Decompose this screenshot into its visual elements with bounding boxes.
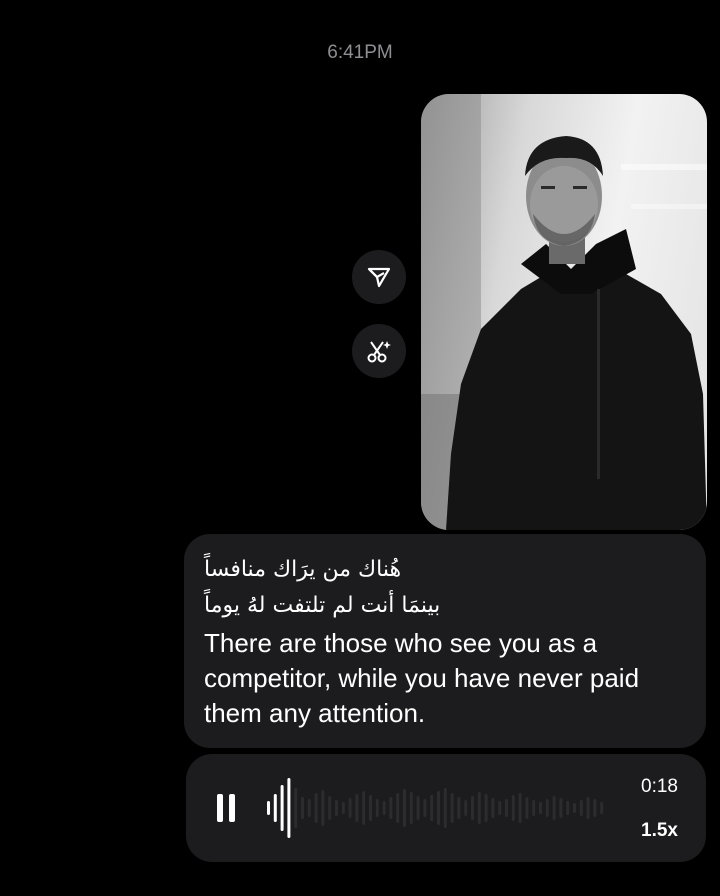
waveform-bar: [382, 801, 386, 815]
share-button[interactable]: [352, 250, 406, 304]
waveform-bar: [457, 797, 461, 819]
voice-message-player: 0:18 1.5x: [186, 754, 706, 862]
waveform-bar: [443, 788, 447, 828]
waveform-bar: [416, 796, 420, 820]
waveform-bar: [375, 799, 379, 817]
caption-bubble: هُناك من يرَاك منافساً بينمَا أنت لم تلت…: [184, 534, 706, 748]
waveform-bar: [314, 793, 318, 823]
ai-edit-button[interactable]: [352, 324, 406, 378]
waveform-bar: [348, 798, 352, 818]
waveform-bar: [355, 794, 359, 822]
waveform-bar: [532, 800, 536, 816]
waveform-bar: [545, 799, 549, 817]
waveform-bar: [430, 795, 434, 821]
waveform-bar: [539, 802, 542, 814]
waveform-bar: [559, 798, 563, 818]
english-caption: There are those who see you as a competi…: [204, 628, 640, 728]
waveform-bar: [518, 793, 522, 823]
waveform-bar: [396, 793, 400, 823]
waveform-bar: [600, 802, 604, 814]
waveform-bar: [511, 795, 515, 821]
arabic-line-2: بينمَا أنت لم تلتفت لهُ يوماً: [204, 593, 441, 618]
waveform-bar: [491, 798, 495, 818]
waveform-bar: [464, 800, 468, 816]
waveform-bar: [484, 794, 488, 822]
arabic-line-1: هُناك من يرَاك منافساً: [204, 557, 402, 582]
waveform-bar: [267, 801, 270, 815]
waveform-bar: [369, 795, 372, 821]
waveform-bar: [362, 791, 366, 825]
waveform-bar: [423, 799, 427, 817]
send-icon: [367, 267, 391, 288]
pause-icon[interactable]: [216, 794, 236, 822]
waveform-bar: [552, 796, 556, 820]
audio-duration: 0:18: [641, 776, 678, 797]
waveform-bar: [471, 796, 474, 820]
playback-speed-button[interactable]: 1.5x: [641, 820, 678, 842]
waveform-bar: [437, 791, 440, 825]
waveform-bar: [409, 792, 413, 824]
message-timestamp: 6:41PM: [327, 42, 393, 63]
ai-sparkle-cut-icon: [367, 341, 391, 363]
waveform-bar: [335, 800, 338, 816]
waveform-bar: [525, 797, 529, 819]
waveform-bar: [579, 800, 583, 816]
waveform-bar: [593, 799, 597, 817]
waveform-bar: [294, 788, 298, 828]
waveform-bar: [477, 792, 481, 824]
waveform-bar: [566, 801, 570, 815]
shared-photo[interactable]: [421, 94, 707, 530]
waveform-bar: [505, 799, 508, 817]
waveform-bar: [301, 797, 304, 819]
waveform-bar: [573, 803, 576, 813]
audio-waveform[interactable]: [266, 778, 606, 838]
waveform-bar: [389, 797, 393, 819]
waveform-bar: [328, 796, 332, 820]
waveform-bar: [450, 793, 454, 823]
waveform-bar: [321, 790, 325, 826]
waveform-bar: [403, 789, 406, 827]
waveform-bar: [586, 797, 590, 819]
waveform-bar: [498, 801, 502, 815]
waveform-bar: [341, 802, 345, 814]
waveform-bar: [307, 799, 311, 817]
waveform-bar: [280, 785, 284, 831]
waveform-bar: [287, 778, 291, 838]
waveform-bar: [273, 794, 277, 822]
photo-portrait: [421, 94, 707, 530]
